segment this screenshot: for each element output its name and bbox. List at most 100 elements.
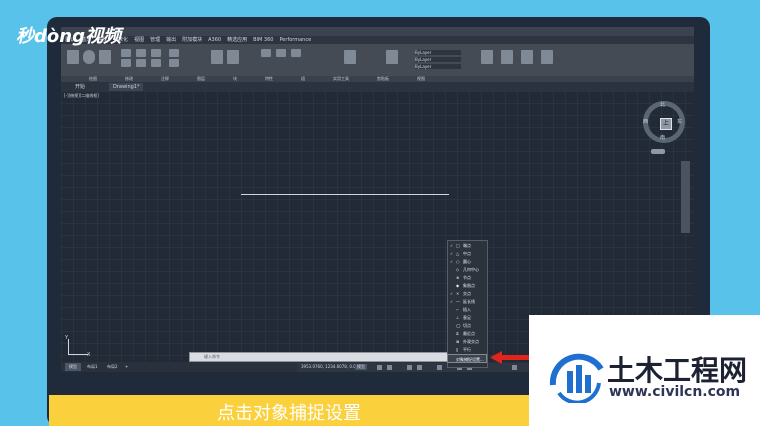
rotate-tool-icon[interactable] <box>136 49 146 57</box>
snap-midpoint[interactable]: ✓ △ 中点 <box>448 250 487 258</box>
snap-label: 插入 <box>463 307 471 312</box>
layer-properties-icon[interactable] <box>261 49 271 57</box>
snap-label: 圆心 <box>463 259 471 264</box>
arc-tool-icon[interactable] <box>99 50 111 64</box>
snap-parallel[interactable]: ∥ 平行 <box>448 346 487 354</box>
isodraft-icon[interactable] <box>437 365 442 370</box>
polar-toggle-icon[interactable] <box>417 365 422 370</box>
line-tool-icon[interactable] <box>67 50 79 64</box>
add-layout-button[interactable]: + <box>121 363 132 371</box>
snap-label: 延长线 <box>463 299 475 304</box>
ribbon-tab[interactable]: BIM 360 <box>253 36 273 44</box>
coordinate-readout: 3953.0760, 1234.6078, 0.0000 <box>301 364 364 369</box>
ribbon-tabs: 默认 插入 注释 参数化 视图 管理 输出 附加模块 A360 精选应用 BIM… <box>61 36 694 44</box>
insert-block-icon[interactable] <box>344 50 356 64</box>
layer-match-icon[interactable] <box>291 49 301 57</box>
node-icon: ⊗ <box>456 275 460 280</box>
ribbon-tab[interactable]: 附加模块 <box>182 36 202 44</box>
color-select[interactable]: ByLayer <box>415 50 461 55</box>
ucs-x-label: X <box>87 352 91 358</box>
civilcn-logo-icon <box>549 353 604 403</box>
snap-quadrant[interactable]: ◆ 象限点 <box>448 282 487 290</box>
snap-geometric-center[interactable]: ◇ 几何中心 <box>448 266 487 274</box>
snap-insertion[interactable]: ⌐ 插入 <box>448 306 487 314</box>
copy-tool-icon[interactable] <box>121 59 131 67</box>
snap-intersection[interactable]: ✓ × 交点 <box>448 290 487 298</box>
ribbon-tab[interactable]: A360 <box>208 36 221 44</box>
mirror-tool-icon[interactable] <box>136 59 146 67</box>
snap-nearest[interactable]: ⧖ 最近点 <box>448 330 487 338</box>
snap-apparent-intersection[interactable]: ⊠ 外观交点 <box>448 338 487 346</box>
center-icon: ○ <box>456 259 460 264</box>
match-properties-icon[interactable] <box>386 50 398 64</box>
tab-start[interactable]: 开始 <box>71 83 89 91</box>
view-base-icon[interactable] <box>541 50 553 64</box>
tangent-icon: ◯ <box>456 323 461 328</box>
tab-model[interactable]: 模型 <box>65 363 81 371</box>
watermark-logo: 秒dòng视频 <box>16 26 121 47</box>
drawn-line[interactable] <box>241 194 449 195</box>
circle-tool-icon[interactable] <box>83 50 95 64</box>
measure-tool-icon[interactable] <box>501 50 513 64</box>
brand-watermark: 土木工程网 www.civilcn.com <box>529 315 760 426</box>
snap-node[interactable]: ⊗ 节点 <box>448 274 487 282</box>
array-tool-icon[interactable] <box>169 59 179 67</box>
viewport-controls[interactable]: [-][俯视][二维线框] <box>64 93 99 99</box>
ribbon-tab[interactable]: Performance <box>279 36 311 44</box>
apparent-intersection-icon: ⊠ <box>456 339 460 344</box>
snap-label: 最近点 <box>463 331 475 336</box>
ribbon-tab[interactable]: 管理 <box>150 36 160 44</box>
brand-url: www.civilcn.com <box>609 384 741 400</box>
lineweight-select[interactable]: ByLayer <box>415 64 461 69</box>
grid-toggle-icon[interactable] <box>377 365 382 370</box>
model-space-button[interactable]: 模型 <box>355 364 367 370</box>
intersection-icon: × <box>456 291 460 296</box>
viewcube[interactable]: 北 南 东 西 上 <box>643 101 685 143</box>
midpoint-icon: △ <box>456 251 460 256</box>
snap-label: 节点 <box>463 275 471 280</box>
linetype-select[interactable]: ByLayer <box>415 57 461 62</box>
viewcube-top-face[interactable]: 上 <box>660 118 672 130</box>
ucs-x-axis <box>68 354 88 355</box>
ucs-icon: Y X <box>65 335 91 358</box>
navigation-bar[interactable] <box>681 161 690 233</box>
layer-state-icon[interactable] <box>276 49 286 57</box>
wcs-menu[interactable] <box>651 149 665 154</box>
ucs-y-axis <box>68 339 69 355</box>
object-snap-settings-item[interactable]: 对象捕捉设置... <box>447 354 487 363</box>
ribbon-tab[interactable]: 精选应用 <box>227 36 247 44</box>
snap-toggle-icon[interactable] <box>387 365 392 370</box>
nearest-icon: ⧖ <box>456 331 459 336</box>
compass-north: 北 <box>660 102 666 108</box>
trim-tool-icon[interactable] <box>151 49 161 57</box>
move-tool-icon[interactable] <box>121 49 131 57</box>
snap-perpendicular[interactable]: ⊥ 垂足 <box>448 314 487 322</box>
scale-tool-icon[interactable] <box>151 59 161 67</box>
annotation-scale-icon[interactable] <box>512 365 517 370</box>
command-line[interactable]: 键入命令 <box>189 352 451 362</box>
tab-drawing1[interactable]: Drawing1* <box>109 83 144 91</box>
text-tool-icon[interactable] <box>211 50 223 64</box>
command-input[interactable]: 键入命令 <box>204 354 220 360</box>
check-icon: ✓ <box>450 243 454 248</box>
stretch-tool-icon[interactable] <box>169 49 179 57</box>
dimension-tool-icon[interactable] <box>227 50 239 64</box>
object-snap-menu: ✓ □ 端点 ✓ △ 中点 ✓ ○ 圆心 ◇ 几何中心 ⊗ 节点 ◆ 象限点 ✓ × 交点 ✓ — 延长线… <box>447 240 488 368</box>
compass-south: 南 <box>660 135 666 141</box>
tab-layout1[interactable]: 布局1 <box>83 363 102 371</box>
snap-tangent[interactable]: ◯ 切点 <box>448 322 487 330</box>
paste-tool-icon[interactable] <box>521 50 533 64</box>
snap-extension[interactable]: ✓ — 延长线 <box>448 298 487 306</box>
ribbon-tab[interactable]: 视图 <box>134 36 144 44</box>
tab-layout2[interactable]: 布局2 <box>103 363 122 371</box>
compass-west: 西 <box>643 119 649 125</box>
ortho-toggle-icon[interactable] <box>407 365 412 370</box>
ribbon-tab[interactable]: 输出 <box>166 36 176 44</box>
snap-center[interactable]: ✓ ○ 圆心 <box>448 258 487 266</box>
geometric-center-icon: ◇ <box>456 267 460 272</box>
quadrant-icon: ◆ <box>456 283 460 288</box>
snap-label: 垂足 <box>463 315 471 320</box>
snap-endpoint[interactable]: ✓ □ 端点 <box>448 242 487 250</box>
snap-label: 平行 <box>463 347 471 352</box>
group-tool-icon[interactable] <box>481 50 493 64</box>
